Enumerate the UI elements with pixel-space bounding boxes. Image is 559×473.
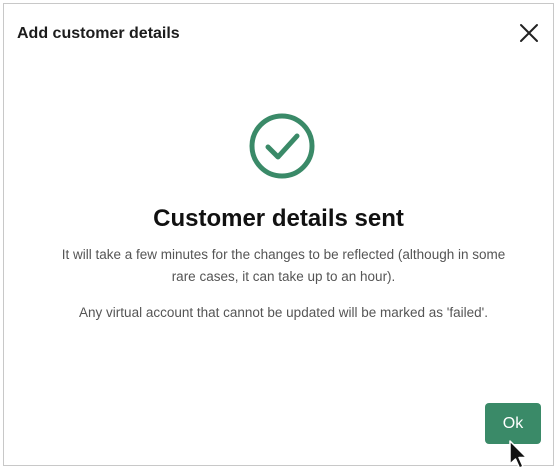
close-button[interactable] <box>517 21 541 45</box>
check-circle-icon <box>249 113 315 179</box>
success-heading: Customer details sent <box>153 205 404 232</box>
ok-button[interactable]: Ok <box>485 403 541 444</box>
close-icon <box>520 24 538 42</box>
mouse-pointer-icon <box>509 440 528 469</box>
info-message: It will take a few minutes for the chang… <box>61 247 506 284</box>
dialog-title: Add customer details <box>17 25 180 42</box>
failed-note-message: Any virtual account that cannot be updat… <box>79 305 488 320</box>
customer-details-dialog: Add customer details Customer details se… <box>3 3 554 466</box>
